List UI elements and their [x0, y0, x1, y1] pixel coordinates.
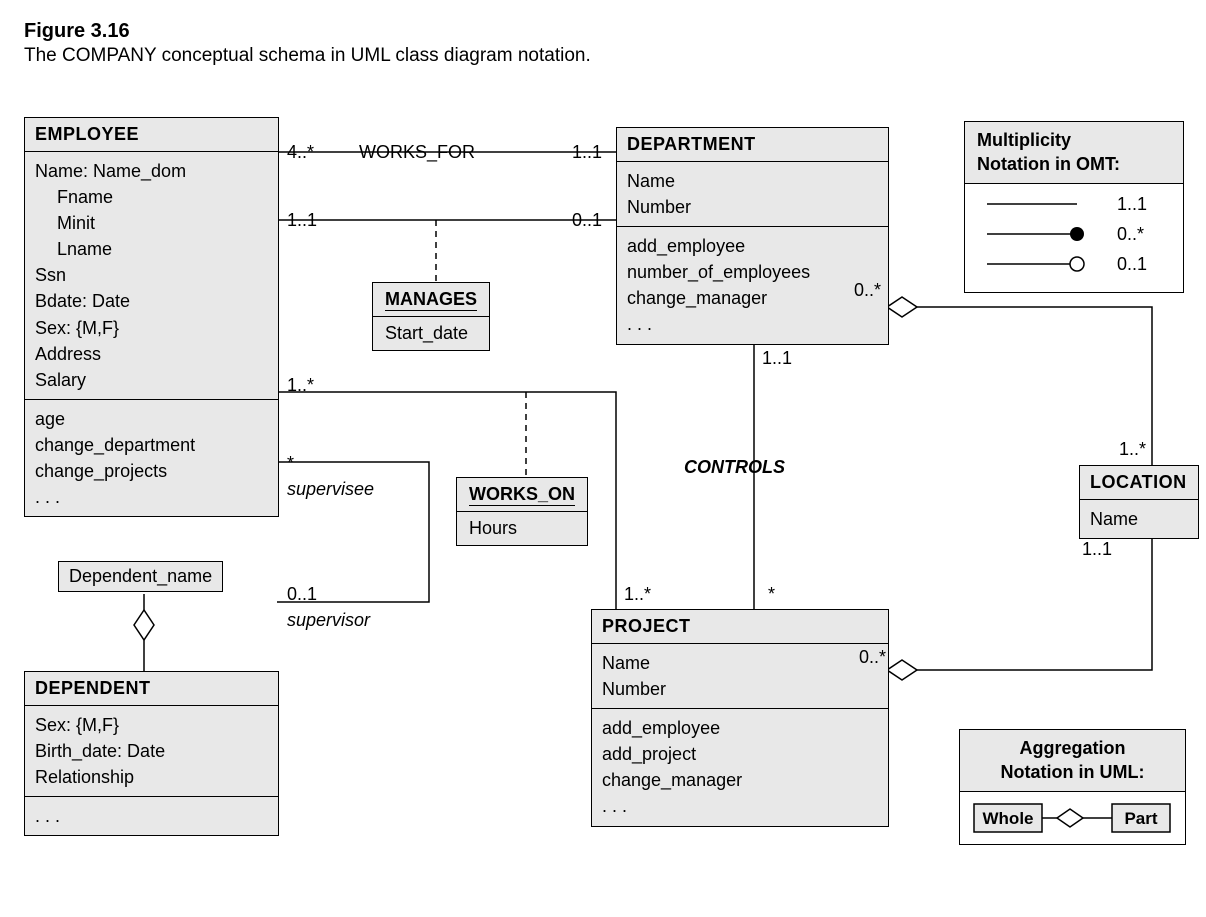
class-title: EMPLOYEE	[25, 118, 278, 152]
mult-supervisor: 0..1	[287, 584, 317, 605]
legend-agg-title-line1: Aggregation	[1020, 738, 1126, 758]
class-title: DEPENDENT	[25, 672, 278, 706]
mult-works-for-left: 4..*	[287, 142, 314, 163]
assoc-class-works-on: WORKS_ON Hours	[456, 477, 588, 546]
class-operations: age change_department change_projects . …	[25, 400, 278, 516]
mult-manages-right: 0..1	[572, 210, 602, 231]
mult-works-on-right: 1..*	[624, 584, 651, 605]
assoc-works-for-name: WORKS_FOR	[359, 142, 475, 163]
legend-agg-title-line2: Notation in UML:	[1001, 762, 1145, 782]
class-attributes: Name Number	[617, 162, 888, 227]
figure-caption: The COMPANY conceptual schema in UML cla…	[24, 45, 1186, 67]
mult-supervisee: *	[287, 453, 294, 474]
legend-agg-symbol: Whole Part	[972, 798, 1177, 838]
class-title: LOCATION	[1080, 466, 1198, 500]
mult-dept-loc-loc: 1..*	[1119, 439, 1146, 460]
role-supervisee: supervisee	[287, 479, 374, 500]
class-employee: EMPLOYEE Name: Name_dom Fname Minit Lnam…	[24, 117, 279, 517]
mult-proj-loc-loc: 1..1	[1082, 539, 1112, 560]
class-operations: . . .	[25, 797, 278, 835]
class-project: PROJECT Name Number add_employee add_pro…	[591, 609, 889, 827]
class-location: LOCATION Name	[1079, 465, 1199, 539]
legend-omt-title-line1: Multiplicity	[977, 130, 1071, 150]
class-attributes: Name Number	[592, 644, 888, 709]
mult-controls-bottom: *	[768, 584, 775, 605]
mult-proj-loc-proj: 0..*	[859, 647, 886, 668]
figure-number: Figure 3.16	[24, 20, 1186, 43]
qualifier-dependent-name: Dependent_name	[58, 561, 223, 592]
legend-omt-symbols: 1..1 0..* 0..1	[977, 190, 1172, 278]
legend-aggregation: Aggregation Notation in UML: Whole Part	[959, 729, 1186, 845]
class-attributes: Name	[1080, 500, 1198, 538]
svg-text:Whole: Whole	[983, 809, 1034, 828]
assoc-class-title: WORKS_ON	[469, 484, 575, 506]
class-dependent: DEPENDENT Sex: {M,F} Birth_date: Date Re…	[24, 671, 279, 836]
class-attributes: Name: Name_dom Fname Minit Lname Ssn Bda…	[25, 152, 278, 400]
assoc-class-title: MANAGES	[385, 289, 477, 311]
mult-manages-left: 1..1	[287, 210, 317, 231]
svg-text:Part: Part	[1124, 809, 1157, 828]
assoc-class-manages: MANAGES Start_date	[372, 282, 490, 351]
assoc-controls-name: CONTROLS	[684, 457, 785, 478]
diagram-canvas: EMPLOYEE Name: Name_dom Fname Minit Lnam…	[24, 117, 1184, 897]
legend-omt-title-line2: Notation in OMT:	[977, 154, 1120, 174]
role-supervisor: supervisor	[287, 610, 370, 631]
mult-works-on-left: 1..*	[287, 375, 314, 396]
class-operations: add_employee number_of_employees change_…	[617, 227, 888, 343]
legend-omt-item-1: 1..1	[1117, 194, 1147, 214]
mult-works-for-right: 1..1	[572, 142, 602, 163]
legend-omt-item-3: 0..1	[1117, 254, 1147, 274]
class-department: DEPARTMENT Name Number add_employee numb…	[616, 127, 889, 345]
assoc-class-body: Hours	[457, 512, 587, 545]
class-title: DEPARTMENT	[617, 128, 888, 162]
mult-controls-top: 1..1	[762, 348, 792, 369]
mult-dept-loc-dept: 0..*	[854, 280, 881, 301]
class-operations: add_employee add_project change_manager …	[592, 709, 888, 825]
class-attributes: Sex: {M,F} Birth_date: Date Relationship	[25, 706, 278, 797]
legend-omt: Multiplicity Notation in OMT: 1..1 0..* …	[964, 121, 1184, 293]
assoc-class-body: Start_date	[373, 317, 489, 350]
class-title: PROJECT	[592, 610, 888, 644]
legend-omt-item-2: 0..*	[1117, 224, 1144, 244]
